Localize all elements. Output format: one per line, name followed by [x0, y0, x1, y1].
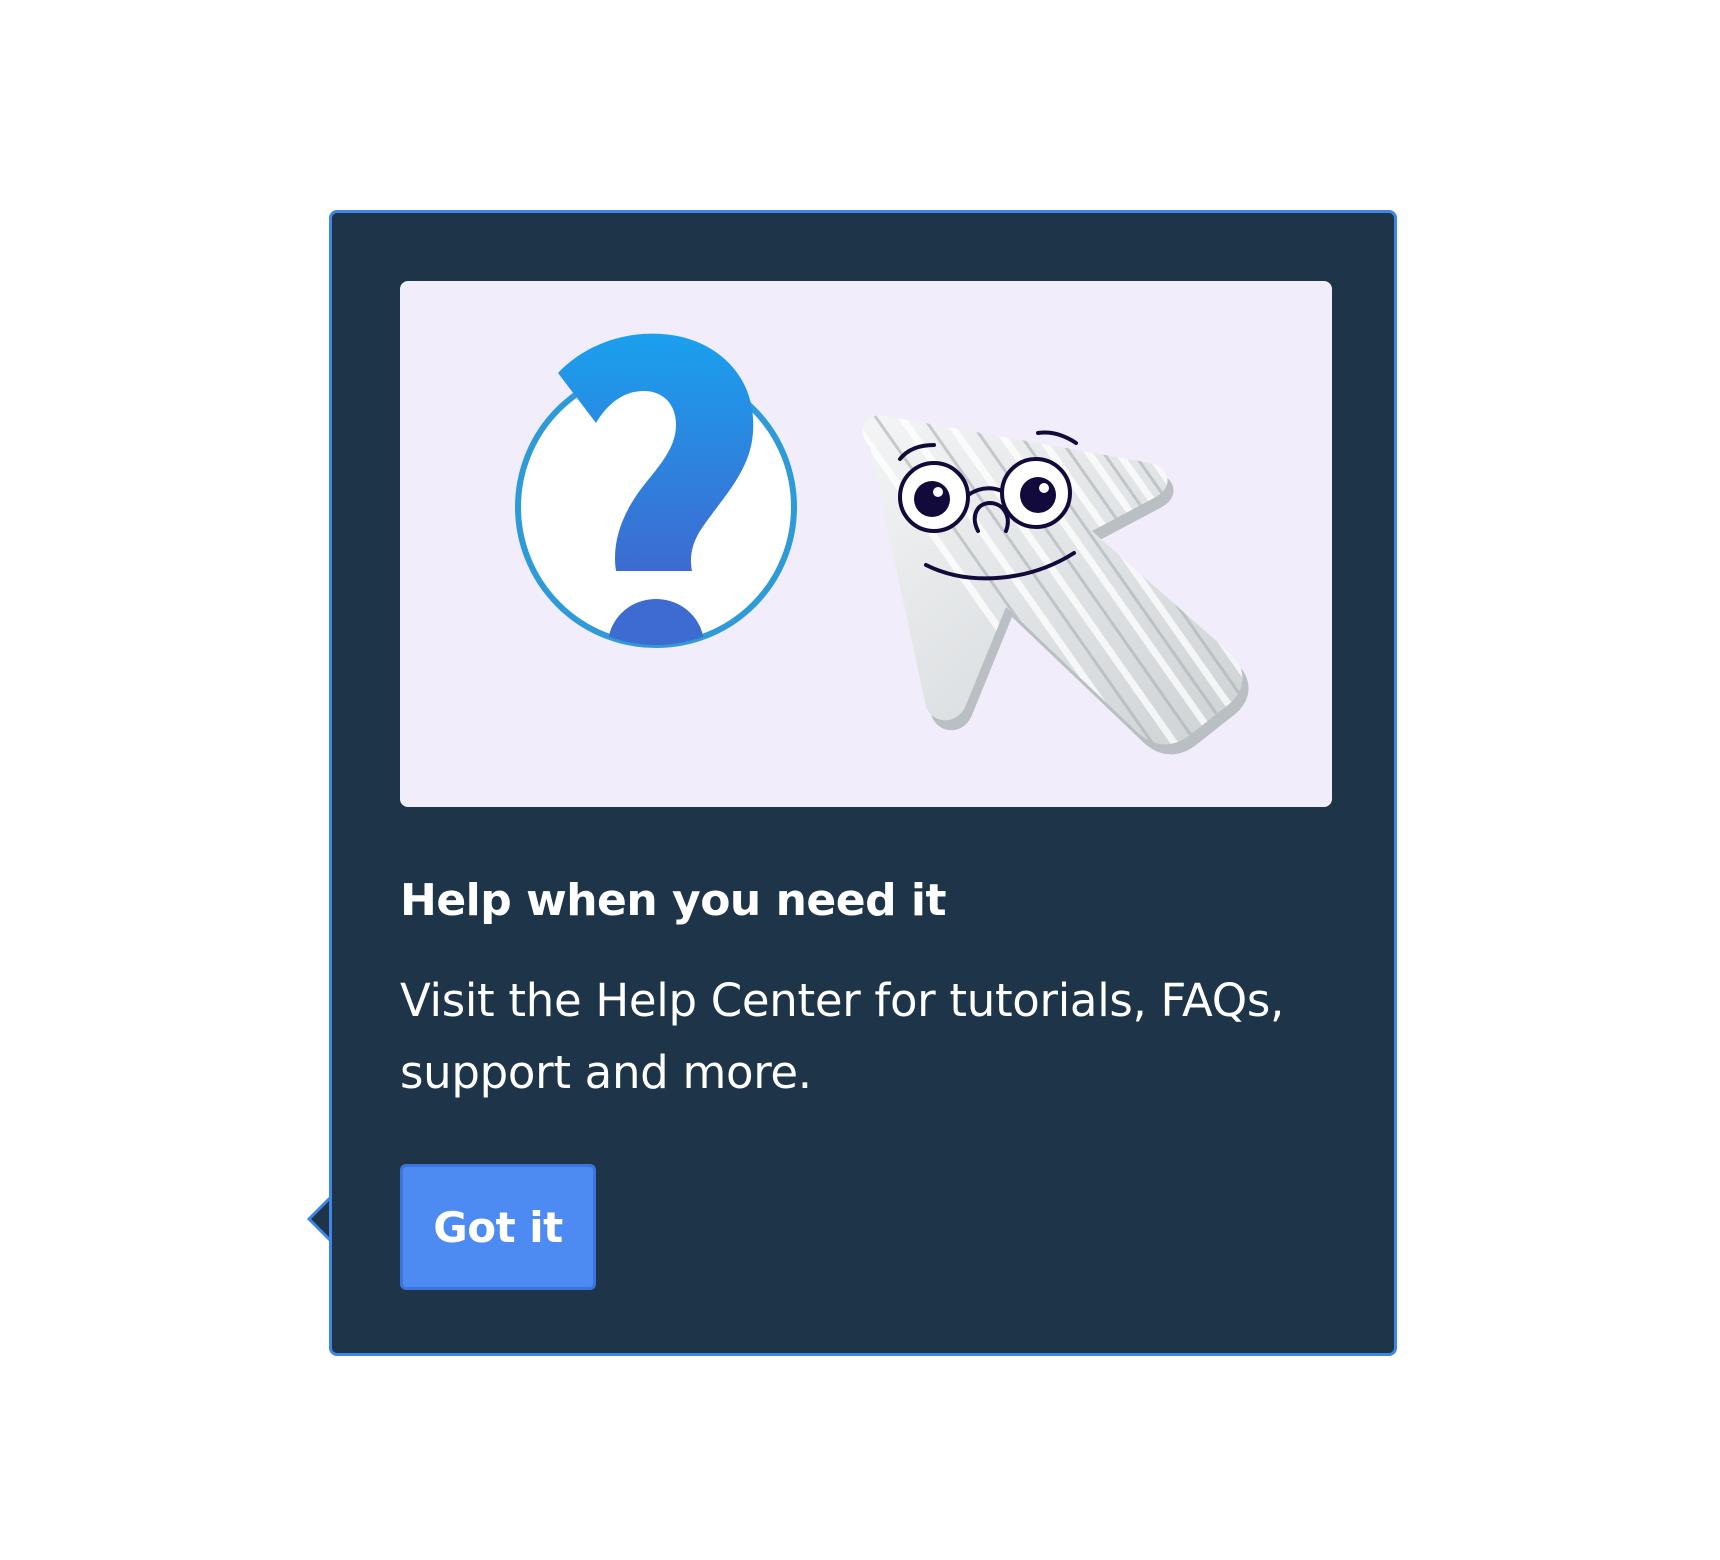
page: Help when you need it Visit the Help Cen… — [0, 0, 1720, 1560]
smiling-cursor-mascot — [862, 415, 1249, 755]
got-it-button[interactable]: Got it — [400, 1164, 596, 1290]
help-illustration — [400, 281, 1332, 807]
help-popover: Help when you need it Visit the Help Cen… — [329, 210, 1397, 1356]
question-mark-circle-icon — [515, 333, 797, 648]
popover-description: Visit the Help Center for tutorials, FAQ… — [400, 974, 1284, 1099]
popover-title: Help when you need it — [400, 875, 947, 926]
